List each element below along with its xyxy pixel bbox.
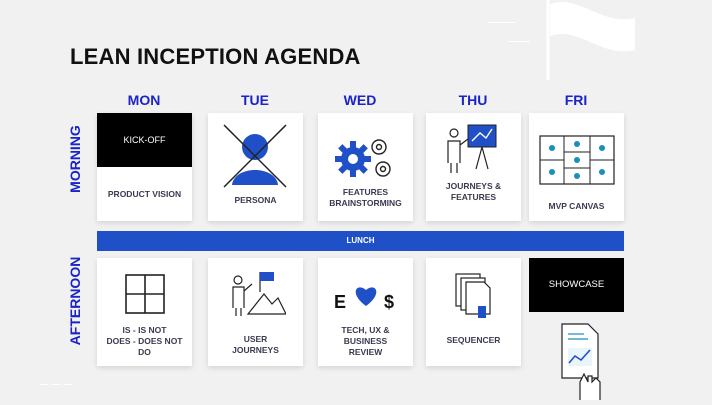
card-thu-morning: JOURNEYS & FEATURES: [426, 113, 521, 221]
decorative-dash: [487, 22, 515, 23]
showcase-header: SHOWCASE: [529, 258, 624, 312]
e-letter-icon: E: [334, 292, 347, 312]
gears-icon: [335, 139, 391, 177]
stacked-documents-icon: [455, 273, 491, 318]
hand-holding-report-icon: [561, 323, 601, 400]
slide: LEAN INCEPTION AGENDA MON TUE WED THU FR…: [0, 0, 720, 405]
card-label: IS - IS NOT DOES - DOES NOT DO: [106, 325, 183, 357]
lunch-bar: LUNCH: [97, 231, 624, 251]
card-fri-morning: MVP CANVAS: [529, 113, 624, 221]
card-label: MVP CANVAS: [548, 201, 605, 211]
canvas-grid-icon: [539, 135, 615, 185]
presenter-whiteboard-icon: [447, 124, 497, 173]
slide-title: LEAN INCEPTION AGENDA: [70, 44, 361, 69]
heart-icon: [355, 287, 377, 306]
card-thu-afternoon: SEQUENCER: [426, 258, 521, 366]
kickoff-header: KICK-OFF: [97, 113, 192, 167]
card-label: PRODUCT VISION: [107, 189, 182, 199]
person-flag-mountain-icon: [232, 272, 286, 316]
persona-crossed-icon: [223, 124, 287, 188]
four-square-grid-icon: [125, 274, 165, 314]
right-edge-band: [712, 0, 720, 405]
day-header-fri: FRI: [564, 92, 588, 108]
card-wed-afternoon: E $ TECH, UX & BUSINESS REVIEW: [318, 258, 413, 366]
card-mon-afternoon: IS - IS NOT DOES - DOES NOT DO: [97, 258, 192, 366]
card-tue-morning: PERSONA: [208, 113, 303, 221]
decorative-dash: [52, 384, 60, 385]
card-label: SEQUENCER: [446, 335, 501, 345]
card-mon-morning: KICK-OFF PRODUCT VISION: [97, 113, 192, 221]
day-header-thu: THU: [458, 92, 488, 108]
card-label: USER JOURNEYS: [232, 334, 279, 355]
flag-icon: [546, 0, 635, 80]
morning-label: MORNING: [67, 125, 83, 193]
card-label: FEATURES BRAINSTORMING: [329, 187, 402, 208]
card-wed-morning: FEATURES BRAINSTORMING: [318, 113, 413, 221]
card-tue-afternoon: USER JOURNEYS: [208, 258, 303, 366]
day-header-mon: MON: [127, 92, 161, 108]
decorative-dash: [64, 384, 72, 385]
card-label: JOURNEYS & FEATURES: [445, 181, 502, 202]
card-label: TECH, UX & BUSINESS REVIEW: [341, 325, 390, 357]
decorative-dash: [508, 41, 530, 42]
day-header-tue: TUE: [241, 92, 269, 108]
card-label: PERSONA: [234, 195, 277, 205]
day-header-wed: WED: [343, 92, 377, 108]
decorative-dash: [40, 384, 48, 385]
afternoon-label: AFTERNOON: [67, 256, 83, 346]
dollar-icon: $: [384, 292, 395, 312]
